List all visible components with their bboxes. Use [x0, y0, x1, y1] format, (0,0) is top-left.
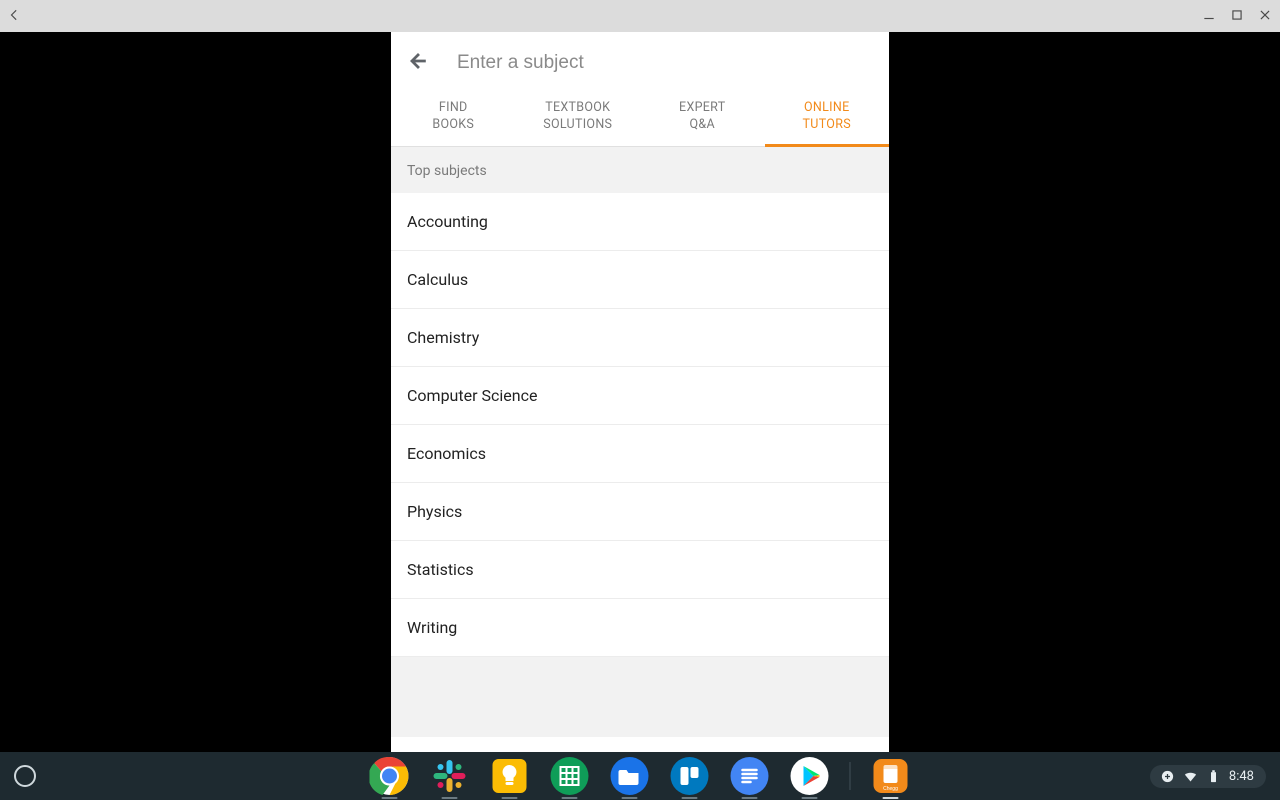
- subject-economics[interactable]: Economics: [391, 425, 889, 483]
- chrome-icon: [370, 756, 410, 796]
- shelf-app-chegg[interactable]: Chegg: [871, 756, 911, 796]
- section-header-top-subjects: Top subjects: [391, 147, 889, 193]
- subject-search-input[interactable]: [457, 52, 873, 74]
- shelf-app-docs[interactable]: [730, 756, 770, 796]
- subject-calculus[interactable]: Calculus: [391, 251, 889, 309]
- wifi-icon: [1183, 769, 1198, 784]
- app-header: [391, 32, 889, 94]
- chegg-app: FIND BOOKSTEXTBOOK SOLUTIONSEXPERT Q&AON…: [391, 32, 889, 752]
- window-close-button[interactable]: [1258, 7, 1272, 26]
- arrow-left-icon: [407, 50, 429, 72]
- shelf-apps: Chegg: [370, 756, 911, 796]
- shelf-divider: [850, 762, 851, 790]
- minimize-icon: [1202, 8, 1216, 22]
- subject-computer-science[interactable]: Computer Science: [391, 367, 889, 425]
- shelf: Chegg 8:48: [0, 752, 1280, 800]
- subjects-list: AccountingCalculusChemistryComputer Scie…: [391, 193, 889, 752]
- trello-icon: [670, 756, 710, 796]
- status-tray[interactable]: 8:48: [1150, 765, 1266, 788]
- tab-textbook-solutions[interactable]: TEXTBOOK SOLUTIONS: [516, 94, 641, 146]
- list-tail: [391, 657, 889, 737]
- subject-writing[interactable]: Writing: [391, 599, 889, 657]
- tab-find-books[interactable]: FIND BOOKS: [391, 94, 516, 146]
- subject-accounting[interactable]: Accounting: [391, 193, 889, 251]
- shelf-app-files[interactable]: [610, 756, 650, 796]
- chegg-icon: Chegg: [871, 756, 911, 796]
- docs-icon: [730, 756, 770, 796]
- tab-bar: FIND BOOKSTEXTBOOK SOLUTIONSEXPERT Q&AON…: [391, 94, 889, 147]
- window-back-button[interactable]: [8, 7, 22, 26]
- keep-icon: [490, 756, 530, 796]
- tab-expert-q&a[interactable]: EXPERT Q&A: [640, 94, 765, 146]
- maximize-icon: [1230, 8, 1244, 22]
- subject-statistics[interactable]: Statistics: [391, 541, 889, 599]
- slack-icon: [430, 756, 470, 796]
- shelf-app-chrome[interactable]: [370, 756, 410, 796]
- files-icon: [610, 756, 650, 796]
- subject-chemistry[interactable]: Chemistry: [391, 309, 889, 367]
- launcher-button[interactable]: [14, 765, 36, 787]
- app-stage: FIND BOOKSTEXTBOOK SOLUTIONSEXPERT Q&AON…: [0, 32, 1280, 752]
- shelf-app-play-store[interactable]: [790, 756, 830, 796]
- shelf-app-slack[interactable]: [430, 756, 470, 796]
- play-store-icon: [790, 756, 830, 796]
- battery-icon: [1206, 769, 1221, 784]
- shelf-app-trello[interactable]: [670, 756, 710, 796]
- window-titlebar: [0, 0, 1280, 32]
- notification-badge-icon: [1160, 769, 1175, 784]
- svg-text:Chegg: Chegg: [883, 786, 898, 792]
- app-back-button[interactable]: [407, 50, 429, 76]
- close-icon: [1258, 8, 1272, 22]
- status-time: 8:48: [1229, 769, 1254, 784]
- arrow-left-icon: [8, 8, 22, 22]
- window-maximize-button[interactable]: [1230, 7, 1244, 26]
- shelf-app-keep[interactable]: [490, 756, 530, 796]
- tab-online-tutors[interactable]: ONLINE TUTORS: [765, 94, 890, 146]
- sheets-icon: [550, 756, 590, 796]
- subject-physics[interactable]: Physics: [391, 483, 889, 541]
- window-minimize-button[interactable]: [1202, 7, 1216, 26]
- shelf-app-sheets[interactable]: [550, 756, 590, 796]
